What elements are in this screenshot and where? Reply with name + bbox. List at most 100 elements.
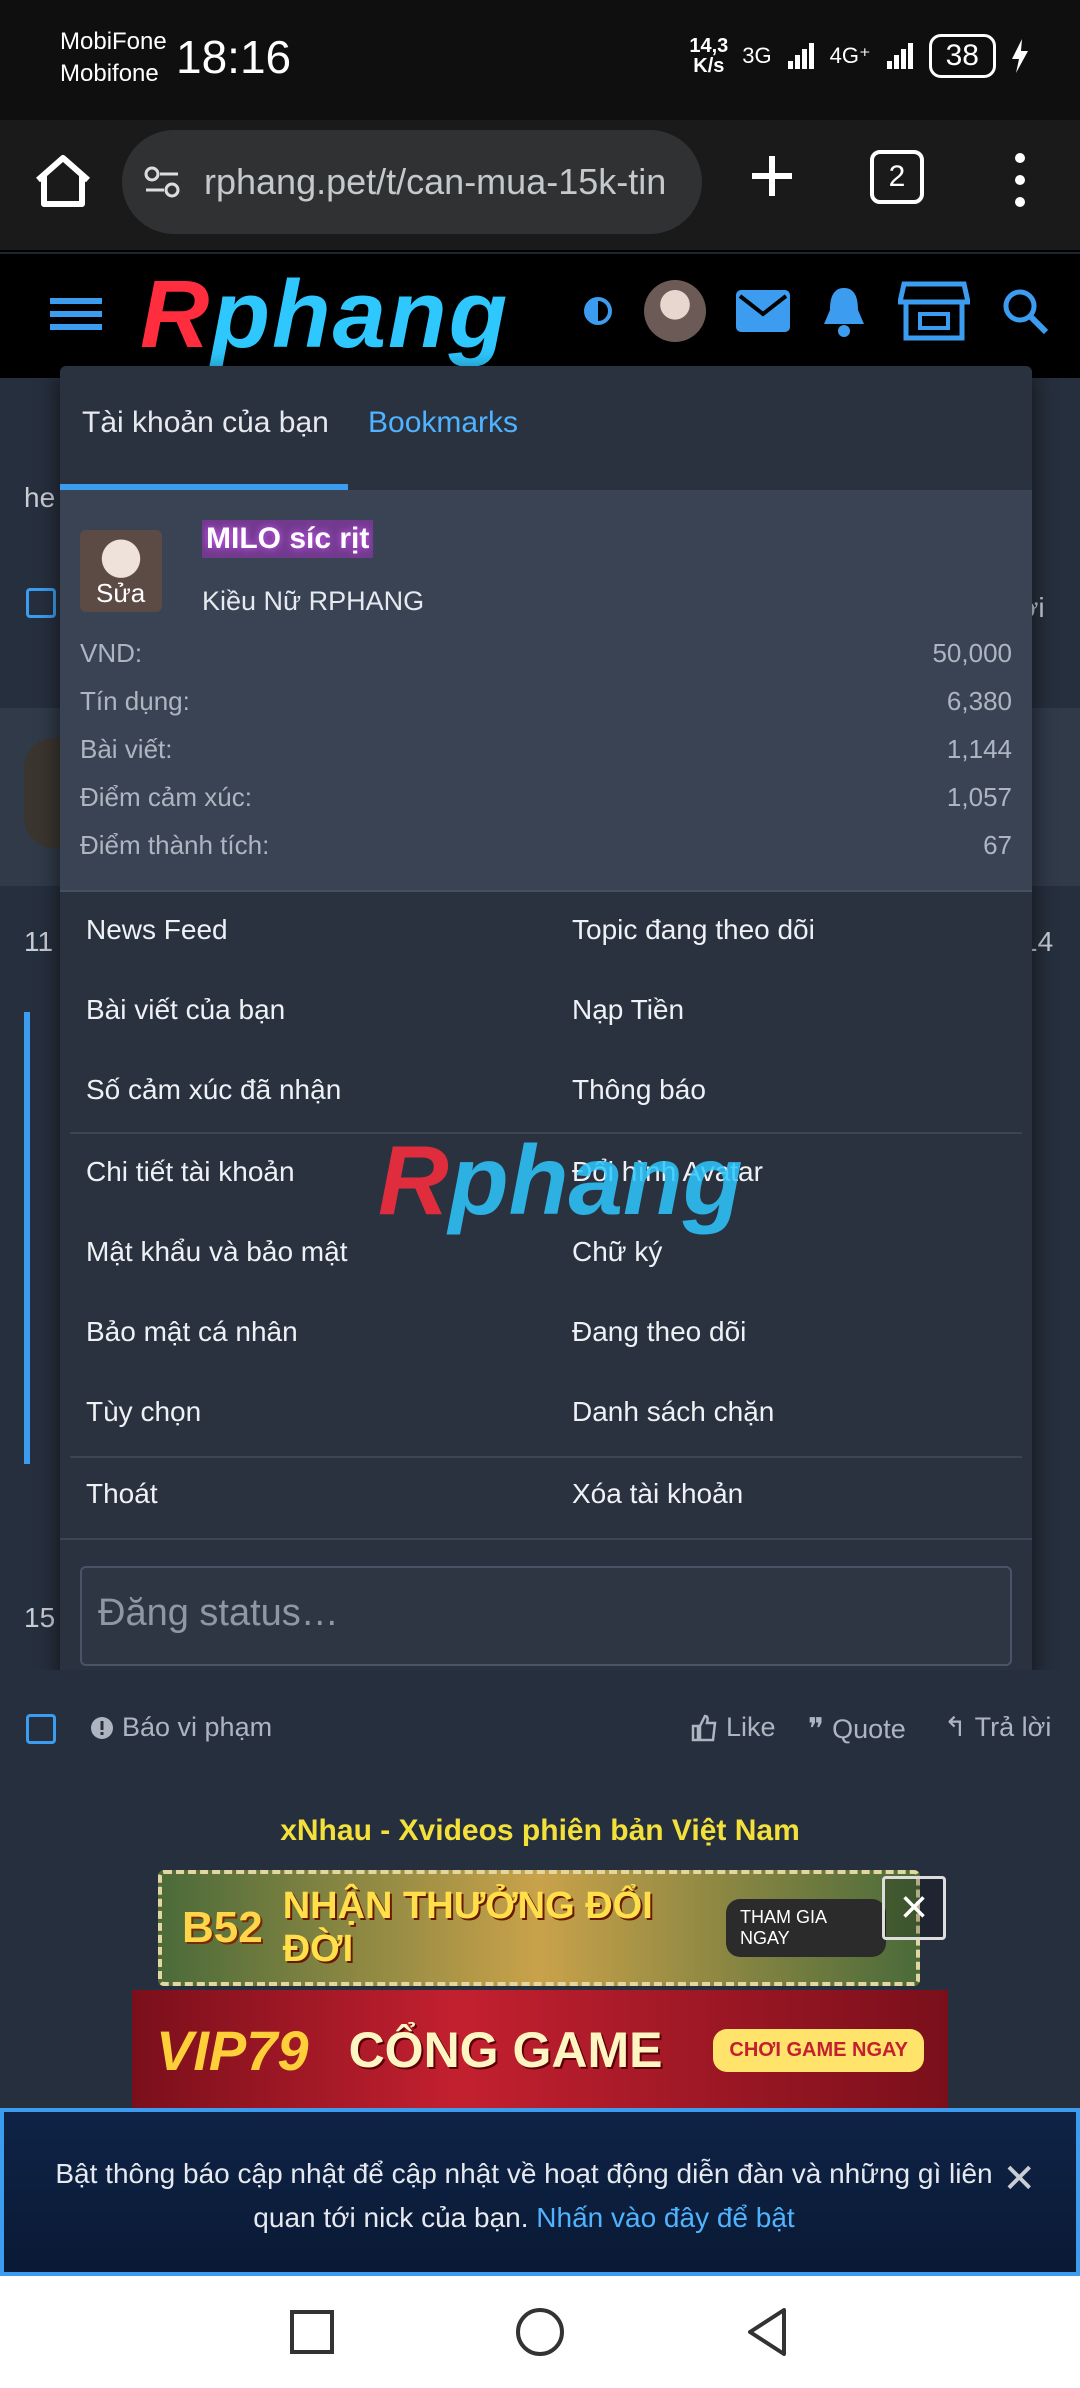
menu-preferences[interactable]: Tùy chọn — [86, 1396, 201, 1428]
bg-post-number-15: 15 — [24, 1602, 56, 1633]
bg-checkbox[interactable] — [26, 588, 56, 618]
ad-banner-brand: VIP79 — [156, 2018, 309, 2082]
ad-banner-b52[interactable]: B52 NHẬN THƯỞNG ĐỔI ĐỜI THAM GIA NGAY — [158, 1870, 920, 1986]
carrier-line1: MobiFone — [60, 28, 167, 55]
report-label: Báo vi phạm — [122, 1712, 273, 1742]
address-bar[interactable]: rphang.pet/t/can-mua-15k-tin — [122, 130, 702, 234]
carrier-line2: Mobifone — [60, 60, 159, 87]
quote-icon: ❞ — [808, 1713, 825, 1746]
site-settings-icon[interactable] — [142, 162, 182, 202]
site-header: Rphang — [0, 254, 1080, 378]
status-input[interactable]: Đăng status… — [80, 1566, 1012, 1666]
search-icon[interactable] — [1000, 286, 1050, 336]
menu-reactions-received[interactable]: Số cảm xúc đã nhận — [86, 1074, 341, 1106]
like-button[interactable]: Like — [690, 1712, 776, 1743]
menu-delete-account[interactable]: Xóa tài khoản — [572, 1478, 743, 1510]
battery-indicator: 38 — [928, 34, 996, 78]
home-nav-icon[interactable] — [512, 2304, 568, 2360]
menu-password-security[interactable]: Mật khẩu và bảo mật — [86, 1236, 347, 1268]
reply-button[interactable]: ↰ Trả lời — [944, 1712, 1051, 1743]
stat-row-trophies: Điểm thành tích: 67 — [80, 830, 1012, 861]
menu-watched-topics[interactable]: Topic đang theo dõi — [572, 914, 815, 946]
store-icon[interactable] — [898, 280, 970, 342]
warning-icon — [91, 1716, 113, 1739]
username[interactable]: MILO síc rịt — [202, 520, 374, 558]
enable-notifications-link[interactable]: Nhấn vào đây để bật — [536, 2202, 794, 2233]
carrier-label: MobiFone Mobifone — [60, 26, 167, 90]
home-icon[interactable] — [30, 148, 96, 214]
reply-label: Trả lời — [974, 1712, 1052, 1742]
menu-your-posts[interactable]: Bài viết của bạn — [86, 994, 285, 1026]
url-text: rphang.pet/t/can-mua-15k-tin — [204, 161, 667, 202]
report-link[interactable]: Báo vi phạm — [90, 1712, 272, 1743]
menu-alerts[interactable]: Thông báo — [572, 1074, 706, 1106]
stat-value: 6,380 — [946, 686, 1012, 716]
more-options-icon[interactable] — [1000, 148, 1040, 212]
status-icons: 14,3 K/s 3G 4G⁺ 38 — [689, 34, 1030, 78]
bell-icon[interactable] — [820, 284, 868, 338]
stat-label: Điểm cảm xúc: — [80, 782, 252, 812]
clock: 18:16 — [176, 31, 292, 83]
stat-row-vnd: VND: 50,000 — [80, 638, 1012, 669]
site-logo[interactable]: Rphang — [140, 267, 509, 363]
new-tab-icon[interactable] — [744, 148, 800, 204]
tab-switcher-button[interactable]: 2 — [870, 150, 924, 204]
bg-quote-bar — [24, 1012, 30, 1464]
mail-icon[interactable] — [736, 290, 790, 332]
back-icon[interactable] — [740, 2304, 796, 2360]
theme-toggle-icon[interactable] — [582, 295, 614, 327]
active-tab-indicator — [60, 484, 348, 490]
menu-signature[interactable]: Chữ ký — [572, 1236, 662, 1268]
account-dropdown: Tài khoản của bạn Bookmarks Sửa MILO síc… — [60, 366, 1032, 1688]
post-actions: Báo vi phạm Like ❞ Quote ↰ Trả lời — [0, 1670, 1080, 1788]
bg-snippet: he — [24, 482, 56, 513]
charging-icon — [1012, 39, 1028, 73]
signal-icon — [787, 43, 814, 69]
menu-logout[interactable]: Thoát — [86, 1478, 158, 1510]
header-icons — [582, 280, 1050, 342]
quote-button[interactable]: ❞ Quote — [808, 1712, 906, 1747]
hamburger-menu-icon[interactable] — [50, 294, 102, 334]
stat-label: Bài viết: — [80, 734, 173, 764]
bg-post-number: 11 — [24, 926, 54, 957]
signal-icon-2 — [886, 43, 913, 69]
net-speed-unit: K/s — [693, 55, 725, 77]
user-avatar[interactable] — [644, 280, 706, 342]
menu-following[interactable]: Đang theo dõi — [572, 1316, 746, 1348]
menu-news-feed[interactable]: News Feed — [86, 914, 228, 946]
notification-text: Bật thông báo cập nhật để cập nhật về ho… — [55, 2158, 993, 2233]
ad-banner-vip79[interactable]: VIP79 CỔNG GAME CHƠI GAME NGAY — [132, 1990, 948, 2110]
net-type-3g: 3G — [742, 43, 772, 68]
ad-banner-message: CỔNG GAME — [348, 2022, 663, 2078]
system-nav-bar — [0, 2276, 1080, 2388]
like-label: Like — [726, 1712, 776, 1742]
menu-privacy[interactable]: Bảo mật cá nhân — [86, 1316, 298, 1348]
menu-deposit[interactable]: Nạp Tiền — [572, 994, 684, 1026]
post-select-checkbox[interactable] — [26, 1714, 56, 1744]
stat-value: 1,057 — [946, 782, 1012, 812]
stat-row-reactions: Điểm cảm xúc: 1,057 — [80, 782, 1012, 813]
watermark-rest: phang — [448, 1125, 743, 1235]
ad-banner-message: NHẬN THƯỞNG ĐỔI ĐỜI — [282, 1885, 653, 1970]
tab-your-account[interactable]: Tài khoản của bạn — [82, 406, 329, 440]
push-notification-prompt: Bật thông báo cập nhật để cập nhật về ho… — [0, 2108, 1080, 2276]
reply-icon: ↰ — [944, 1712, 967, 1742]
stat-value: 50,000 — [932, 638, 1012, 668]
tab-bookmarks[interactable]: Bookmarks — [368, 406, 518, 440]
menu-ignored[interactable]: Danh sách chặn — [572, 1396, 774, 1428]
ad-title-link[interactable]: xNhau - Xvideos phiên bản Việt Nam — [0, 1814, 1080, 1848]
watermark-r: R — [378, 1125, 449, 1235]
stat-label: VND: — [80, 638, 143, 668]
menu-account-details[interactable]: Chi tiết tài khoản — [86, 1156, 295, 1188]
stat-row-credit: Tín dụng: 6,380 — [80, 686, 1012, 717]
menu-divider — [60, 1538, 1032, 1540]
close-icon[interactable]: ✕ — [1002, 2156, 1036, 2202]
ad-close-icon[interactable]: × — [882, 1876, 946, 1940]
edit-avatar-link[interactable]: Sửa — [96, 578, 145, 609]
watermark-logo: Rphang — [378, 1124, 743, 1237]
recent-apps-icon[interactable] — [284, 2304, 340, 2360]
thumbs-up-icon — [691, 1714, 717, 1741]
profile-summary: Sửa MILO síc rịt Kiều Nữ RPHANG VND: 50,… — [60, 492, 1032, 892]
stat-label: Điểm thành tích: — [80, 830, 270, 860]
menu-divider — [70, 1456, 1022, 1458]
